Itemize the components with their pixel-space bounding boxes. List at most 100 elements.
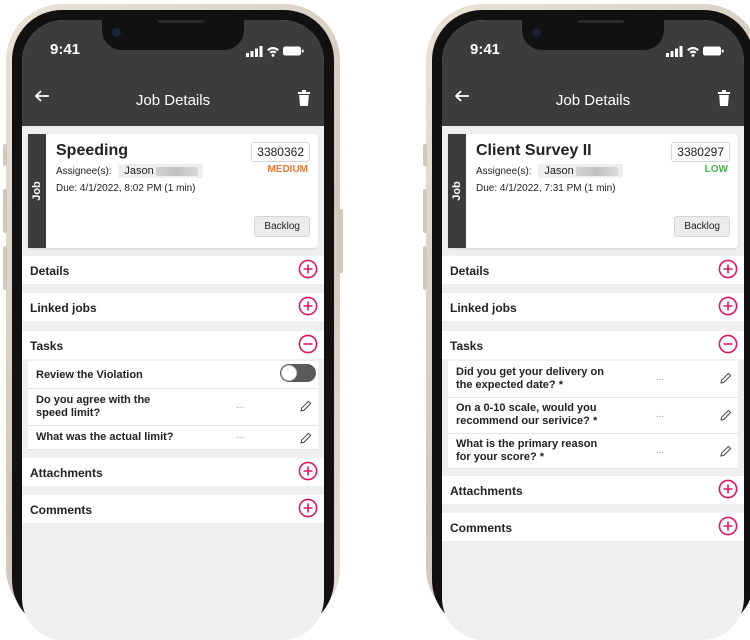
section-label: Comments	[30, 503, 93, 517]
volume-down-button	[423, 246, 427, 290]
expand-plus-icon[interactable]	[718, 259, 738, 284]
pencil-icon[interactable]	[300, 431, 312, 449]
job-id-badge: 3380297	[671, 142, 730, 162]
collapse-minus-icon[interactable]	[298, 334, 318, 359]
blurred-surname	[155, 166, 198, 176]
task-label: What was the actual limit?	[36, 431, 174, 443]
mute-switch	[3, 144, 7, 166]
task-row[interactable]: Review the Violation	[28, 361, 318, 389]
trash-icon[interactable]	[718, 90, 730, 111]
job-title: Client Survey II	[476, 142, 592, 159]
section-details[interactable]: Details	[442, 256, 744, 284]
notch	[102, 20, 244, 50]
volume-up-button	[3, 189, 7, 233]
collapse-minus-icon[interactable]	[718, 334, 738, 359]
task-value[interactable]: ...	[236, 400, 244, 411]
task-label: Did you get your delivery on the expecte…	[456, 366, 604, 391]
speaker	[578, 20, 624, 23]
task-value[interactable]: ...	[656, 445, 664, 456]
assignee-label: Assignee(s):	[56, 166, 112, 177]
assignee-row: Assignee(s): Jason	[476, 164, 623, 178]
pencil-icon[interactable]	[300, 399, 312, 417]
status-icons	[666, 44, 724, 62]
task-value[interactable]: ...	[236, 430, 244, 441]
expand-plus-icon[interactable]	[298, 498, 318, 523]
section-label: Details	[30, 264, 70, 278]
status-icons	[246, 44, 304, 62]
section-label: Linked jobs	[450, 301, 517, 315]
assignee-chip[interactable]: Jason	[538, 164, 623, 178]
job-card[interactable]: Job Client Survey II 3380297 LOW Assigne…	[448, 134, 738, 248]
expand-plus-icon[interactable]	[718, 296, 738, 321]
task-row[interactable]: On a 0-10 scale, would you recommend our…	[448, 398, 738, 434]
status-time: 9:41	[470, 41, 501, 58]
job-type-label: Job	[31, 181, 43, 201]
task-label: Review the Violation	[36, 369, 143, 381]
job-type-tab: Job	[448, 134, 466, 248]
camera	[112, 28, 121, 37]
section-label: Attachments	[450, 484, 523, 498]
section-comments[interactable]: Comments	[442, 513, 744, 541]
section-linked-jobs[interactable]: Linked jobs	[442, 293, 744, 321]
section-tasks[interactable]: Tasks	[442, 331, 744, 359]
expand-plus-icon[interactable]	[298, 296, 318, 321]
assignee-name: Jason	[124, 165, 154, 177]
section-label: Comments	[450, 521, 513, 535]
assignee-row: Assignee(s): Jason	[56, 164, 203, 178]
task-row[interactable]: Did you get your delivery on the expecte…	[448, 361, 738, 398]
pencil-icon[interactable]	[720, 444, 732, 462]
task-row[interactable]: Do you agree with the speed limit? ...	[28, 389, 318, 426]
task-label: On a 0-10 scale, would you recommend our…	[456, 402, 598, 427]
phone-screen: 9:41	[22, 20, 324, 640]
expand-plus-icon[interactable]	[718, 516, 738, 541]
task-toggle-switch[interactable]	[280, 364, 316, 382]
task-value[interactable]: ...	[656, 409, 664, 420]
pencil-icon[interactable]	[720, 371, 732, 389]
section-linked-jobs[interactable]: Linked jobs	[22, 293, 324, 321]
expand-plus-icon[interactable]	[718, 479, 738, 504]
blurred-surname	[575, 166, 618, 176]
section-details[interactable]: Details	[22, 256, 324, 284]
job-card[interactable]: Job Speeding 3380362 MEDIUM Assignee(s):…	[28, 134, 318, 248]
job-type-label: Job	[451, 181, 463, 201]
trash-icon[interactable]	[298, 90, 310, 111]
section-label: Attachments	[30, 466, 103, 480]
priority-label: MEDIUM	[267, 164, 308, 175]
status-time: 9:41	[50, 41, 81, 58]
volume-up-button	[423, 189, 427, 233]
side-button	[339, 209, 343, 273]
notch	[522, 20, 664, 50]
phone-bezel: 9:41	[12, 10, 334, 640]
section-label: Linked jobs	[30, 301, 97, 315]
status-button[interactable]: Backlog	[674, 216, 730, 237]
signal-wifi-battery-icon	[666, 46, 724, 57]
section-attachments[interactable]: Attachments	[442, 476, 744, 504]
assignee-label: Assignee(s):	[476, 166, 532, 177]
signal-wifi-battery-icon	[246, 46, 304, 57]
phone-screen: 9:41	[442, 20, 744, 640]
task-label: What is the primary reason for your scor…	[456, 438, 598, 463]
section-label: Tasks	[30, 339, 64, 353]
assignee-name: Jason	[544, 165, 574, 177]
expand-plus-icon[interactable]	[298, 259, 318, 284]
pencil-icon[interactable]	[720, 408, 732, 426]
status-button[interactable]: Backlog	[254, 216, 310, 237]
toggle-knob	[281, 365, 297, 381]
section-comments[interactable]: Comments	[22, 495, 324, 523]
task-row[interactable]: What is the primary reason for your scor…	[448, 434, 738, 469]
app-bar: Job Details	[442, 76, 744, 126]
section-attachments[interactable]: Attachments	[22, 458, 324, 486]
section-label: Tasks	[450, 339, 484, 353]
page-title: Job Details	[555, 92, 631, 109]
task-value[interactable]: ...	[656, 372, 664, 383]
camera	[532, 28, 541, 37]
expand-plus-icon[interactable]	[298, 461, 318, 486]
job-type-tab: Job	[28, 134, 46, 248]
task-row[interactable]: What was the actual limit? ...	[28, 426, 318, 450]
section-label: Details	[450, 264, 490, 278]
section-tasks[interactable]: Tasks	[22, 331, 324, 359]
due-date: Due: 4/1/2022, 8:02 PM (1 min)	[56, 183, 196, 194]
job-id-badge: 3380362	[251, 142, 310, 162]
speaker	[158, 20, 204, 23]
assignee-chip[interactable]: Jason	[118, 164, 203, 178]
